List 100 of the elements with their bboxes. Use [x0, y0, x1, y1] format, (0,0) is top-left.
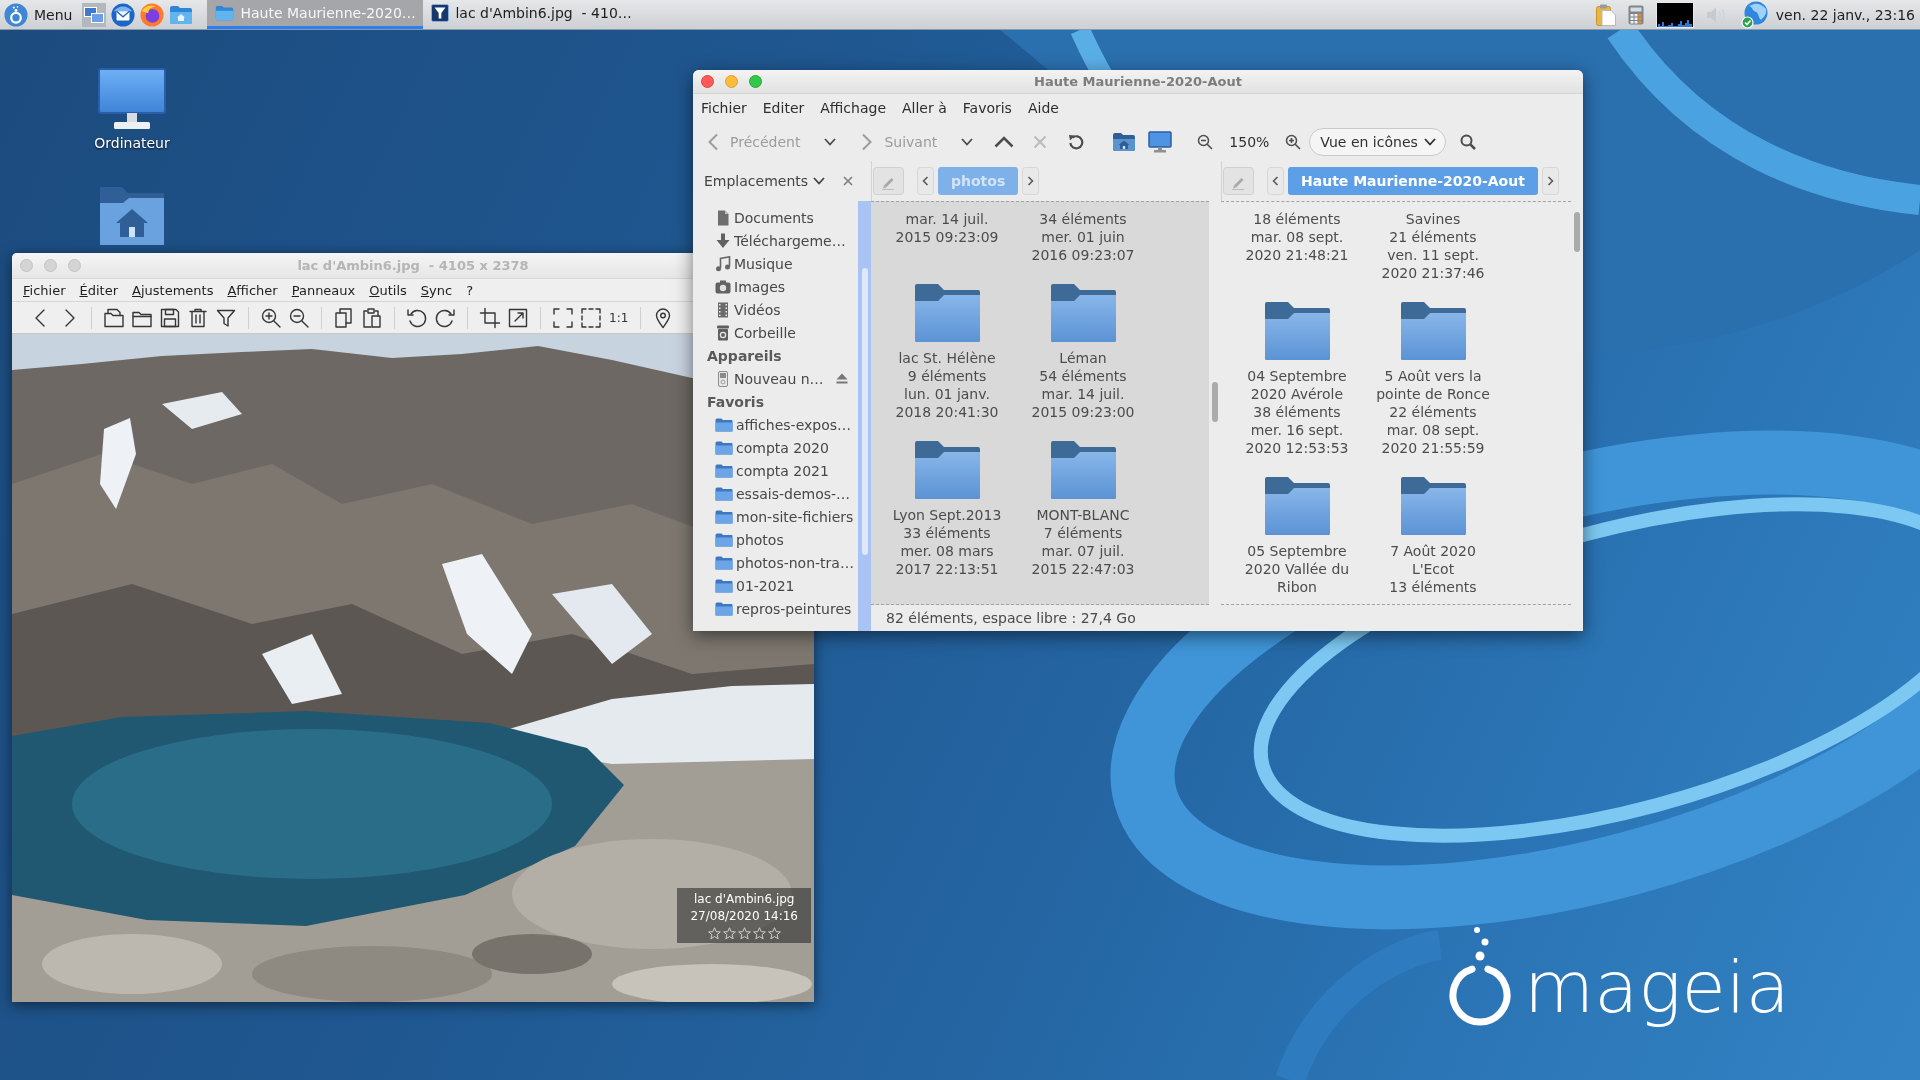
- scrollbar-thumb[interactable]: [1574, 212, 1580, 252]
- item-count: 13 éléments: [1389, 578, 1477, 596]
- search-icon[interactable]: [1459, 133, 1476, 150]
- menu-item[interactable]: Editer: [754, 100, 813, 116]
- modified-date: ven. 11 sept. 2020 21:37:46: [1380, 246, 1486, 282]
- sidebar-item[interactable]: mon-site-fichiers: [693, 505, 858, 528]
- taskbar-button[interactable]: lac d'Ambin6.jpg - 410…: [423, 0, 640, 29]
- zoom-out-icon[interactable]: [1197, 133, 1214, 150]
- sidebar-item[interactable]: Vidéos: [693, 298, 858, 321]
- copy-icon[interactable]: [333, 306, 355, 329]
- sidebar-item[interactable]: Musique: [693, 252, 858, 275]
- clipboard-icon[interactable]: [1595, 3, 1616, 26]
- item-count: 54 éléments: [1039, 367, 1127, 385]
- menu-item[interactable]: Ajustements: [125, 282, 221, 298]
- menu-item[interactable]: Aide: [1019, 100, 1067, 116]
- close-icon[interactable]: [843, 176, 853, 186]
- sidebar-item[interactable]: compta 2020: [693, 436, 858, 459]
- modified-date: mar. 08 sept. 2020 21:55:59: [1380, 421, 1486, 457]
- menu-item[interactable]: Fichier: [693, 100, 755, 116]
- corner-brackets-icon[interactable]: [552, 306, 574, 329]
- menu-item[interactable]: Aller à: [894, 100, 955, 116]
- sidebar-item[interactable]: 01-2021: [693, 574, 858, 597]
- chevron-left-icon: [707, 132, 719, 151]
- monitor-icon[interactable]: [1148, 130, 1173, 153]
- clipboard-page-icon[interactable]: [361, 306, 383, 329]
- menu-item[interactable]: Fichier: [16, 282, 73, 298]
- flame-globe-icon[interactable]: [140, 2, 165, 27]
- zoom-out-icon[interactable]: [288, 306, 310, 329]
- folder-name: Léman: [1059, 349, 1107, 367]
- sidebar-item[interactable]: Documents: [693, 206, 858, 229]
- menu-item[interactable]: Afficher: [220, 282, 285, 298]
- sidebar-item[interactable]: compta 2021: [693, 459, 858, 482]
- monitor-icon[interactable]: [98, 68, 166, 130]
- calculator-icon[interactable]: [1627, 4, 1644, 25]
- crop-icon[interactable]: [479, 306, 501, 329]
- locations-dropdown[interactable]: Emplacements: [704, 173, 826, 189]
- folder-icon[interactable]: [1264, 477, 1330, 535]
- caret-icon[interactable]: [961, 137, 974, 146]
- home-folder-icon[interactable]: [1112, 131, 1137, 152]
- menu-item[interactable]: ?: [459, 282, 481, 298]
- chevron-left-icon[interactable]: [1267, 167, 1284, 195]
- modified-date: mar. 07 juil. 2015 22:47:03: [1030, 542, 1136, 578]
- resize-icon[interactable]: [507, 306, 529, 329]
- zoom-in-icon[interactable]: [260, 306, 282, 329]
- maximize-button[interactable]: [749, 75, 762, 88]
- rotate-right-icon[interactable]: [434, 306, 456, 329]
- folder-page-icon[interactable]: [103, 306, 125, 329]
- folder-icon: [715, 440, 733, 455]
- sidebar-item[interactable]: Images: [693, 275, 858, 298]
- menu-button[interactable]: Menu: [0, 0, 83, 29]
- caret-icon[interactable]: [824, 137, 837, 146]
- folder-icon[interactable]: [1400, 477, 1466, 535]
- chevron-left-icon[interactable]: [917, 167, 934, 195]
- camera-icon: [715, 278, 731, 295]
- rotate-left-icon[interactable]: [406, 306, 428, 329]
- section-heading: Appareils: [706, 346, 783, 366]
- reload-icon[interactable]: [1068, 133, 1085, 150]
- item-count: 22 éléments: [1389, 403, 1477, 421]
- menu-item[interactable]: Outils: [362, 282, 414, 298]
- folder-icon[interactable]: [1264, 302, 1330, 360]
- chevron-right-icon[interactable]: [1541, 167, 1559, 195]
- sidebar-item[interactable]: Téléchargeme…: [693, 229, 858, 252]
- folder-icon[interactable]: [1400, 302, 1466, 360]
- menu-item[interactable]: Panneaux: [284, 282, 363, 298]
- view-mode-dropdown[interactable]: Vue en icônes: [1309, 127, 1446, 156]
- menu-item[interactable]: Favoris: [954, 100, 1020, 116]
- sidebar-item[interactable]: essais-demos-…: [693, 482, 858, 505]
- globe-check-icon[interactable]: [1739, 0, 1770, 29]
- item-count: 9 éléments: [907, 367, 987, 385]
- icon-label[interactable]: Ordinateur: [94, 135, 170, 151]
- status-text: 82 éléments, espace libre : 27,4 Go: [886, 610, 1136, 626]
- chevron-right-icon[interactable]: [1022, 167, 1040, 195]
- folder-icon: [715, 486, 733, 501]
- modified-date: mar. 14 juil. 2015 09:23:00: [1030, 385, 1136, 421]
- sidebar-item[interactable]: affiches-expos…: [693, 413, 858, 436]
- zoom-in-icon[interactable]: [1285, 133, 1302, 150]
- home-folder-icon[interactable]: [98, 185, 166, 247]
- trash-icon[interactable]: [187, 306, 209, 329]
- ring-logo-icon: [4, 2, 28, 27]
- sidebar-item[interactable]: Nouveau n…: [693, 367, 858, 390]
- actual-size-button[interactable]: 1:1: [608, 306, 630, 329]
- scrollbar-thumb[interactable]: [1212, 382, 1218, 422]
- windows-icon[interactable]: [82, 2, 107, 27]
- chevron-up-icon[interactable]: [994, 135, 1015, 148]
- sidebar-item[interactable]: Corbeille: [693, 321, 858, 344]
- scrollbar-track[interactable]: [858, 201, 871, 631]
- menu-item[interactable]: Sync: [413, 282, 460, 298]
- sidebar-item[interactable]: repros-peintures: [693, 597, 858, 620]
- logo-text: mageia: [1524, 947, 1790, 1027]
- sidebar-item[interactable]: photos: [693, 528, 858, 551]
- menu-item[interactable]: Éditer: [72, 282, 126, 298]
- sidebar-item[interactable]: photos-non-tra…: [693, 551, 858, 574]
- envelope-globe-icon[interactable]: [111, 2, 136, 27]
- close-button[interactable]: [701, 75, 714, 88]
- activity-graph-icon[interactable]: [1655, 1, 1694, 28]
- menu-item[interactable]: Affichage: [812, 100, 894, 116]
- scrollbar-thumb[interactable]: [861, 268, 868, 555]
- folder-name: MONT-BLANC: [1036, 506, 1130, 524]
- eject-icon[interactable]: [836, 373, 848, 384]
- ring-logo-icon: [1448, 925, 1512, 1027]
